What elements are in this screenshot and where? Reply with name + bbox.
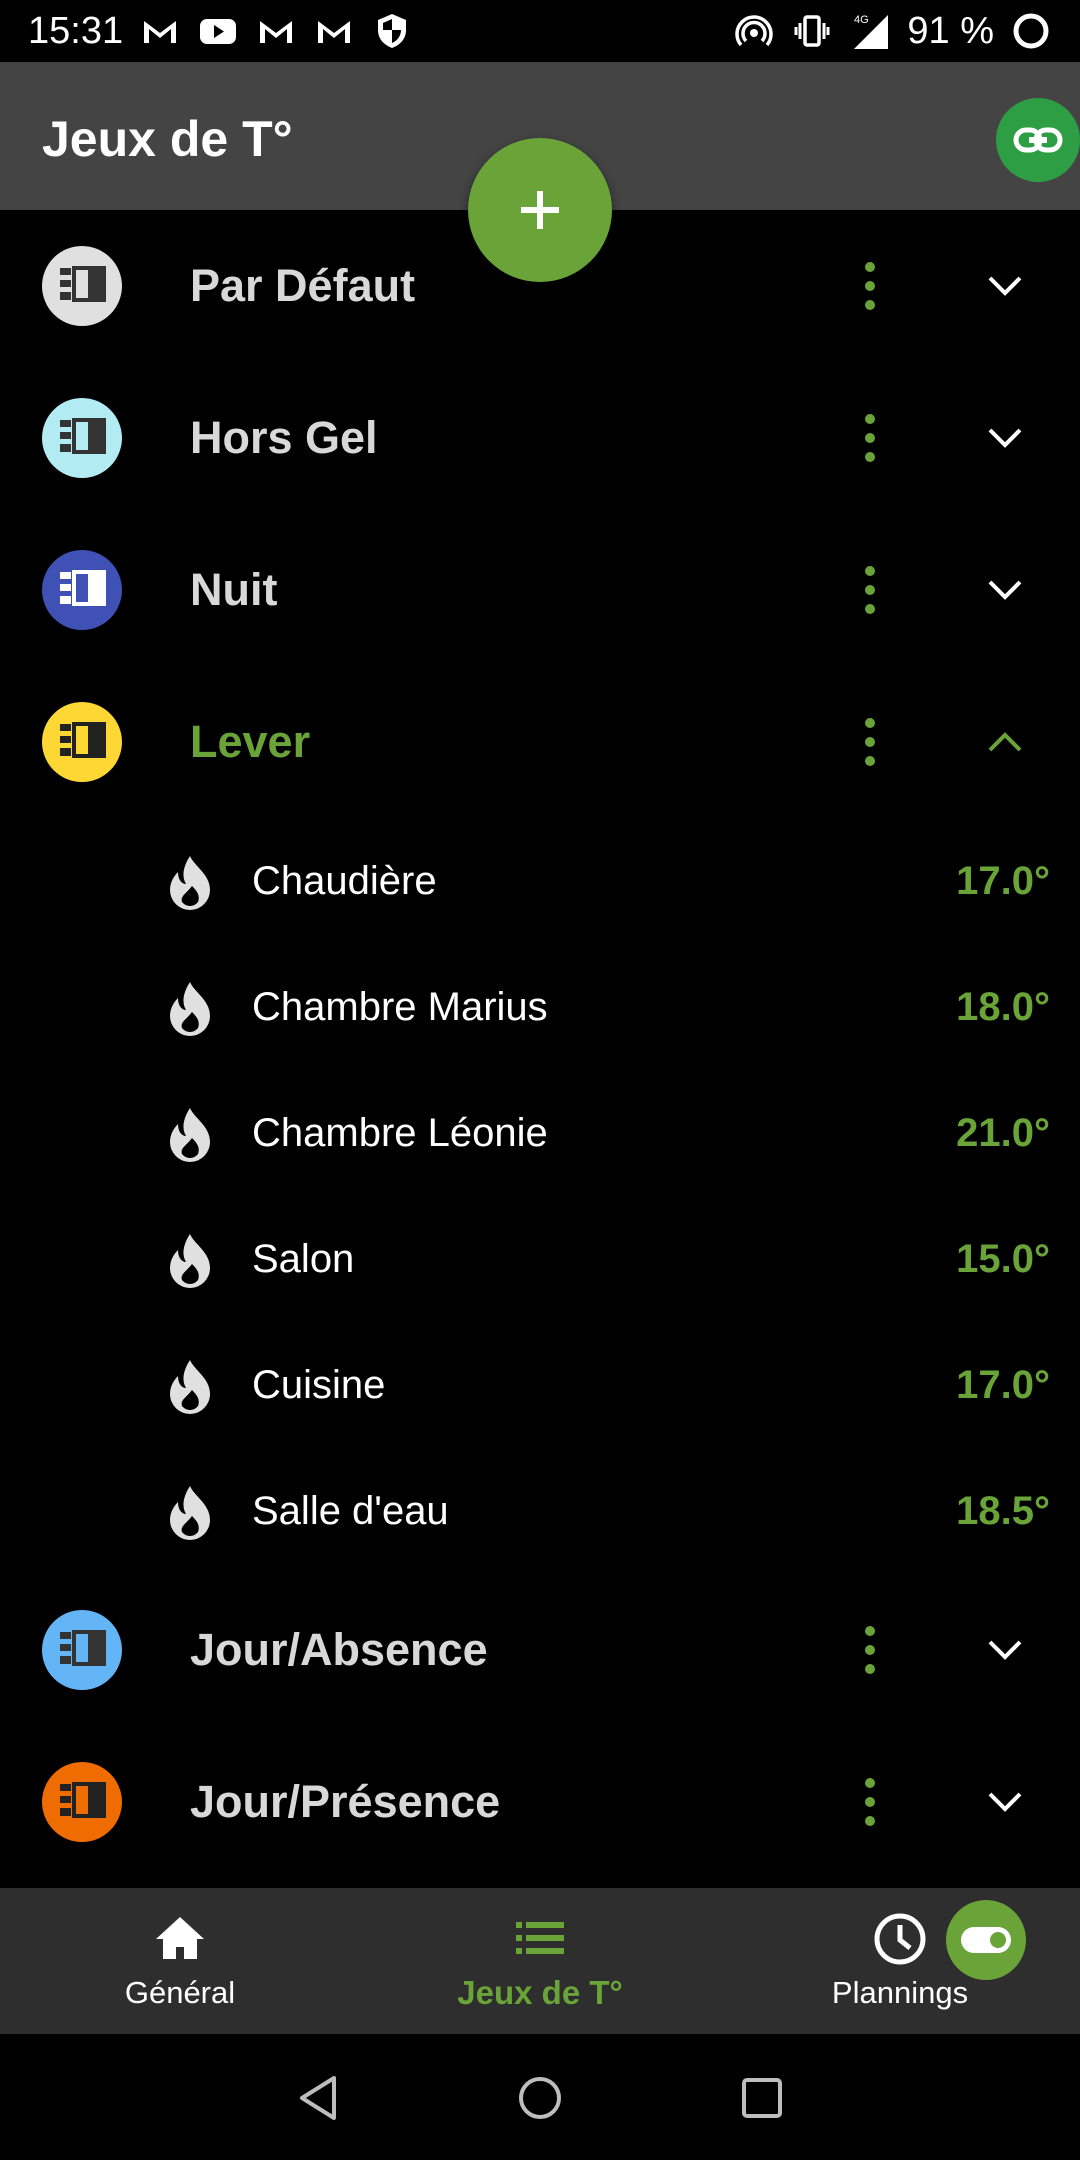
- shield-icon: [371, 10, 413, 52]
- flame-icon: [164, 1106, 216, 1164]
- more-vert-icon[interactable]: [850, 560, 890, 620]
- zone-name: Chaudière: [252, 859, 437, 903]
- zone-row: Cuisine 17.0°: [0, 1322, 1080, 1448]
- chevron-down-icon[interactable]: [980, 266, 1030, 306]
- nav-item-general[interactable]: Général: [30, 1888, 330, 2034]
- flame-icon: [164, 1232, 216, 1290]
- link-button[interactable]: [996, 98, 1080, 182]
- home-icon: [156, 1917, 204, 1959]
- more-vert-icon[interactable]: [850, 408, 890, 468]
- zone-temperature: 18.5°: [956, 1489, 1050, 1533]
- more-vert-icon[interactable]: [850, 256, 890, 316]
- zone-temperature: 15.0°: [956, 1237, 1050, 1281]
- add-button[interactable]: [468, 138, 612, 282]
- group-label: Jour/Absence: [190, 1624, 488, 1675]
- group-row-lever[interactable]: Lever: [0, 666, 1080, 818]
- zone-row: Chambre Marius 18.0°: [0, 944, 1080, 1070]
- more-vert-icon[interactable]: [850, 712, 890, 772]
- flame-icon: [164, 980, 216, 1038]
- gmail-icon: [139, 10, 181, 52]
- chevron-down-icon[interactable]: [980, 570, 1030, 610]
- more-vert-icon[interactable]: [850, 1620, 890, 1680]
- link-icon: [1013, 127, 1063, 153]
- group-label: Lever: [190, 716, 311, 767]
- chevron-down-icon[interactable]: [980, 418, 1030, 458]
- status-time: 15:31: [28, 9, 124, 52]
- zone-row: Salle d'eau 18.5°: [0, 1448, 1080, 1574]
- group-row-hors-gel[interactable]: Hors Gel: [0, 362, 1080, 514]
- status-right: 4G 91 %: [733, 10, 1052, 53]
- zone-row: Salon 15.0°: [0, 1196, 1080, 1322]
- flame-icon: [164, 1484, 216, 1542]
- status-bar: 15:31 4G 91 %: [0, 0, 1080, 62]
- hotspot-icon: [733, 10, 775, 52]
- group-label: Hors Gel: [190, 412, 378, 463]
- zone-row: Chambre Léonie 21.0°: [0, 1070, 1080, 1196]
- zone-row: Chaudière 17.0°: [0, 818, 1080, 944]
- group-label: Jour/Présence: [190, 1776, 501, 1827]
- gmail-icon: [313, 10, 355, 52]
- more-vert-icon[interactable]: [850, 1772, 890, 1832]
- view-quilt-icon: [42, 702, 122, 782]
- group-row-nuit[interactable]: Nuit: [0, 514, 1080, 666]
- home-circle-icon[interactable]: [514, 2072, 566, 2124]
- view-quilt-icon: [42, 398, 122, 478]
- zone-temperature: 21.0°: [956, 1111, 1050, 1155]
- app-root: 15:31 4G 91 % Jeux de T° Par Défaut Hors…: [0, 0, 1080, 2160]
- zone-temperature: 18.0°: [956, 985, 1050, 1029]
- signal-icon: 4G: [849, 10, 891, 52]
- group-label: Nuit: [190, 564, 278, 615]
- flame-icon: [164, 1358, 216, 1416]
- nav-label: Général: [124, 1975, 236, 2010]
- plus-icon: [521, 191, 559, 229]
- temperature-sets-list: Par Défaut Hors Gel Nuit Lever Chaudière…: [0, 210, 1080, 1878]
- chevron-down-icon[interactable]: [980, 1630, 1030, 1670]
- zone-name: Salon: [252, 1237, 355, 1281]
- zone-name: Chambre Marius: [252, 985, 548, 1029]
- view-quilt-icon: [42, 1610, 122, 1690]
- flame-icon: [164, 854, 216, 912]
- page-title: Jeux de T°: [42, 111, 293, 167]
- battery-percent: 91 %: [907, 9, 994, 52]
- group-row-jour-presence[interactable]: Jour/Présence: [0, 1726, 1080, 1878]
- toggle-on-icon: [961, 1927, 1011, 1953]
- zone-name: Salle d'eau: [252, 1489, 449, 1533]
- gmail-icon: [255, 10, 297, 52]
- bottom-navigation: Général Jeux de T° Plannings: [0, 1888, 1080, 2034]
- group-label: Par Défaut: [190, 260, 416, 311]
- nav-label: Jeux de T°: [457, 1974, 623, 2011]
- toggle-button[interactable]: [946, 1900, 1026, 1980]
- clock-icon: [874, 1913, 926, 1965]
- status-left: 15:31: [28, 10, 413, 53]
- view-quilt-icon: [42, 550, 122, 630]
- view-quilt-icon: [42, 246, 122, 326]
- system-navigation-bar: [0, 2034, 1080, 2160]
- view-quilt-icon: [42, 1762, 122, 1842]
- network-type: 4G: [854, 14, 869, 26]
- zone-temperature: 17.0°: [956, 859, 1050, 903]
- group-row-jour-absence[interactable]: Jour/Absence: [0, 1574, 1080, 1726]
- nav-label: Plannings: [831, 1975, 969, 2010]
- nav-item-jeux-de-t[interactable]: Jeux de T°: [390, 1888, 690, 2034]
- zone-name: Chambre Léonie: [252, 1111, 548, 1155]
- vibrate-icon: [791, 10, 833, 52]
- list-icon: [516, 1922, 564, 1954]
- recents-icon[interactable]: [736, 2072, 788, 2124]
- youtube-icon: [197, 10, 239, 52]
- chevron-down-icon[interactable]: [980, 1782, 1030, 1822]
- zone-temperature: 17.0°: [956, 1363, 1050, 1407]
- chevron-up-icon[interactable]: [980, 722, 1030, 762]
- zone-name: Cuisine: [252, 1363, 386, 1407]
- back-icon[interactable]: [294, 2072, 346, 2124]
- battery-ring-icon: [1010, 10, 1052, 52]
